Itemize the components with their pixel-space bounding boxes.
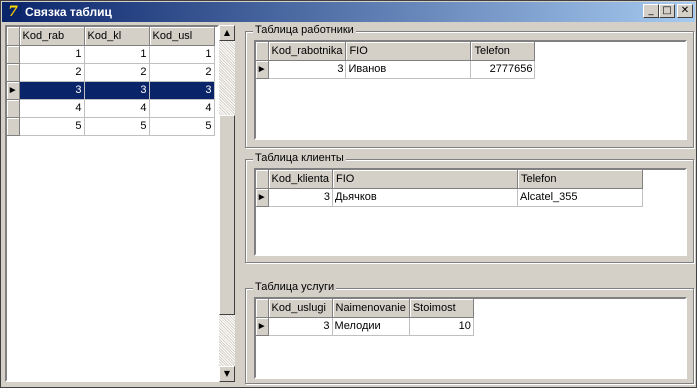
- grid-header: Kod_klienta FIO Telefon: [256, 170, 643, 189]
- table-cell[interactable]: Мелодии: [332, 317, 410, 336]
- services-grid[interactable]: Kod_uslugi Naimenovanie Stoimost ► 3 Мел…: [254, 297, 687, 379]
- column-header[interactable]: Kod_kl: [84, 27, 150, 46]
- column-header[interactable]: Kod_rabotnika: [268, 42, 347, 61]
- table-cell[interactable]: Иванов: [345, 60, 472, 79]
- header-indicator: [7, 27, 20, 46]
- table-row[interactable]: ► 3 Иванов 2777656: [256, 60, 536, 79]
- table-cell[interactable]: 2: [149, 63, 215, 82]
- header-indicator: [256, 42, 269, 61]
- table-cell[interactable]: 3: [268, 317, 333, 336]
- delphi-icon[interactable]: 7: [5, 4, 21, 20]
- table-cell[interactable]: 2: [19, 63, 85, 82]
- table-row[interactable]: ► 3 Мелодии 10: [256, 317, 474, 336]
- current-row-arrow-icon[interactable]: ►: [256, 188, 269, 207]
- table-cell[interactable]: 3: [268, 60, 347, 79]
- table-cell[interactable]: 2: [84, 63, 150, 82]
- app-window: 7 Связка таблиц _ □ ✕ Kod_rab Kod_kl Kod…: [0, 0, 697, 388]
- table-cell[interactable]: 3: [268, 188, 333, 207]
- maximize-button[interactable]: □: [659, 4, 675, 18]
- table-cell[interactable]: 2777656: [470, 60, 536, 79]
- grid-header: Kod_rab Kod_kl Kod_usl: [7, 27, 215, 46]
- scrollbar-thumb[interactable]: [219, 115, 235, 315]
- table-row[interactable]: 2 2 2: [7, 63, 215, 82]
- clients-groupbox: Таблица клиенты Kod_klienta FIO Telefon …: [245, 152, 694, 263]
- scroll-down-arrow-icon[interactable]: ▼: [219, 366, 235, 382]
- table-cell[interactable]: 5: [19, 117, 85, 136]
- clients-caption: Таблица клиенты: [253, 152, 346, 164]
- workers-groupbox: Таблица работники Kod_rabotnika FIO Tele…: [245, 24, 694, 148]
- table-row-selected[interactable]: ► 3 3 3: [7, 81, 215, 100]
- table-cell[interactable]: Alcatel_355: [517, 188, 643, 207]
- current-row-arrow-icon[interactable]: ►: [7, 81, 20, 100]
- link-table-grid[interactable]: Kod_rab Kod_kl Kod_usl 1 1 1 2 2 2 ► 3 3…: [5, 25, 219, 382]
- column-header[interactable]: Telefon: [517, 170, 643, 189]
- services-caption: Таблица услуги: [253, 281, 337, 293]
- table-cell[interactable]: 4: [19, 99, 85, 118]
- column-header[interactable]: Kod_klienta: [268, 170, 333, 189]
- table-cell[interactable]: 3: [149, 81, 215, 100]
- column-header[interactable]: Kod_usl: [149, 27, 215, 46]
- scroll-up-arrow-icon[interactable]: ▲: [219, 25, 235, 41]
- window-title: Связка таблиц: [25, 5, 112, 19]
- vertical-scrollbar[interactable]: ▲ ▼: [219, 25, 235, 382]
- clients-grid[interactable]: Kod_klienta FIO Telefon ► 3 Дьячков Alca…: [254, 168, 687, 256]
- table-row[interactable]: 5 5 5: [7, 117, 215, 136]
- title-bar[interactable]: 7 Связка таблиц _ □ ✕: [2, 2, 695, 22]
- row-indicator[interactable]: [7, 63, 20, 82]
- workers-caption: Таблица работники: [253, 24, 356, 36]
- column-header[interactable]: Stoimost: [409, 299, 474, 318]
- column-header[interactable]: Kod_rab: [19, 27, 85, 46]
- table-cell[interactable]: 1: [84, 45, 150, 64]
- table-cell[interactable]: 5: [149, 117, 215, 136]
- header-indicator: [256, 299, 269, 318]
- table-cell[interactable]: 1: [19, 45, 85, 64]
- table-cell[interactable]: 10: [409, 317, 474, 336]
- table-cell[interactable]: 3: [19, 81, 85, 100]
- close-button[interactable]: ✕: [677, 4, 693, 18]
- row-indicator[interactable]: [7, 99, 20, 118]
- column-header[interactable]: FIO: [332, 170, 518, 189]
- current-row-arrow-icon[interactable]: ►: [256, 317, 269, 336]
- row-indicator[interactable]: [7, 117, 20, 136]
- column-header[interactable]: FIO: [345, 42, 472, 61]
- table-cell[interactable]: 3: [84, 81, 150, 100]
- table-cell[interactable]: 4: [149, 99, 215, 118]
- table-row[interactable]: 4 4 4: [7, 99, 215, 118]
- table-cell[interactable]: 5: [84, 117, 150, 136]
- table-cell[interactable]: 4: [84, 99, 150, 118]
- workers-grid[interactable]: Kod_rabotnika FIO Telefon ► 3 Иванов 277…: [254, 40, 687, 140]
- column-header[interactable]: Kod_uslugi: [268, 299, 333, 318]
- column-header[interactable]: Naimenovanie: [332, 299, 410, 318]
- table-cell[interactable]: 1: [149, 45, 215, 64]
- grid-header: Kod_rabotnika FIO Telefon: [256, 42, 536, 61]
- minimize-button[interactable]: _: [643, 4, 659, 18]
- header-indicator: [256, 170, 269, 189]
- column-header[interactable]: Telefon: [470, 42, 536, 61]
- table-row[interactable]: ► 3 Дьячков Alcatel_355: [256, 188, 643, 207]
- services-groupbox: Таблица услуги Kod_uslugi Naimenovanie S…: [245, 281, 694, 384]
- row-indicator[interactable]: [7, 45, 20, 64]
- table-row[interactable]: 1 1 1: [7, 45, 215, 64]
- grid-header: Kod_uslugi Naimenovanie Stoimost: [256, 299, 474, 318]
- table-cell[interactable]: Дьячков: [332, 188, 518, 207]
- current-row-arrow-icon[interactable]: ►: [256, 60, 269, 79]
